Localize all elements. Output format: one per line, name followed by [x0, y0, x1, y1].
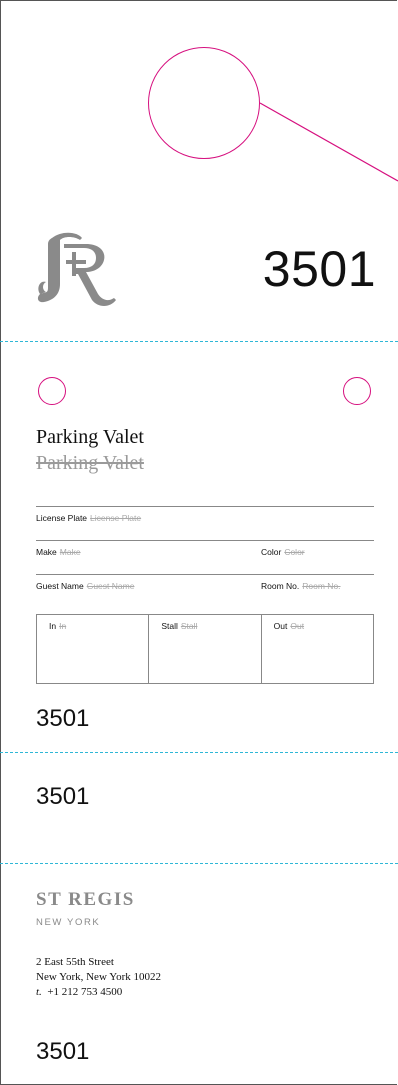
hanger-string	[259, 102, 398, 182]
guest-name-label: Guest Name	[36, 581, 84, 591]
license-plate-placeholder: License Plate	[90, 513, 142, 523]
license-plate-field[interactable]: License Plate License Plate	[36, 513, 141, 523]
color-placeholder: Color	[284, 547, 305, 557]
brand-name: ST REGIS	[36, 889, 135, 910]
stall-placeholder: Stall	[180, 621, 198, 631]
out-cell[interactable]: Out Out	[262, 615, 373, 683]
time-stall-grid: In In Stall Stall Out Out	[36, 614, 374, 684]
divider	[36, 506, 374, 507]
color-field[interactable]: Color Color	[261, 547, 305, 557]
address-line-2: New York, New York 10022	[36, 971, 161, 983]
room-no-field[interactable]: Room No. Room No.	[261, 581, 341, 591]
perforation-line	[0, 863, 398, 864]
room-no-placeholder: Room No.	[302, 581, 341, 591]
address-line-1: 2 East 55th Street	[36, 956, 114, 968]
guest-name-field[interactable]: Guest Name Guest Name	[36, 581, 134, 591]
room-no-label: Room No.	[261, 581, 300, 591]
punch-hole-right	[343, 377, 371, 405]
make-placeholder: Make	[59, 547, 81, 557]
out-placeholder: Out	[290, 621, 305, 631]
stall-cell[interactable]: Stall Stall	[149, 615, 262, 683]
phone-prefix: t.	[36, 986, 42, 998]
ticket-number-form: 3501	[36, 705, 90, 732]
in-label: In	[49, 621, 57, 631]
color-label: Color	[261, 547, 282, 557]
st-regis-monogram-logo	[37, 232, 116, 306]
in-cell[interactable]: In In	[37, 615, 150, 683]
license-plate-label: License Plate	[36, 513, 88, 523]
guest-name-placeholder: Guest Name	[86, 581, 135, 591]
phone-number: +1 212 753 4500	[47, 986, 123, 998]
out-label: Out	[273, 621, 288, 631]
form-title: Parking Valet	[36, 426, 144, 448]
form-title-ghost: Parking Valet	[36, 452, 144, 474]
ticket-number-large: 3501	[262, 241, 376, 297]
perforation-line	[0, 752, 398, 753]
brand-city: NEW YORK	[36, 917, 101, 928]
ticket-number-stub: 3501	[36, 783, 90, 810]
stall-label: Stall	[161, 621, 178, 631]
divider	[36, 574, 374, 575]
make-label: Make	[36, 547, 57, 557]
ticket-number-footer: 3501	[36, 1038, 90, 1065]
perforation-line	[0, 341, 398, 342]
divider	[36, 540, 374, 541]
phone-line: t. +1 212 753 4500	[36, 987, 122, 998]
punch-hole-left	[38, 377, 66, 405]
make-field[interactable]: Make Make	[36, 547, 81, 557]
in-placeholder: In	[59, 621, 67, 631]
